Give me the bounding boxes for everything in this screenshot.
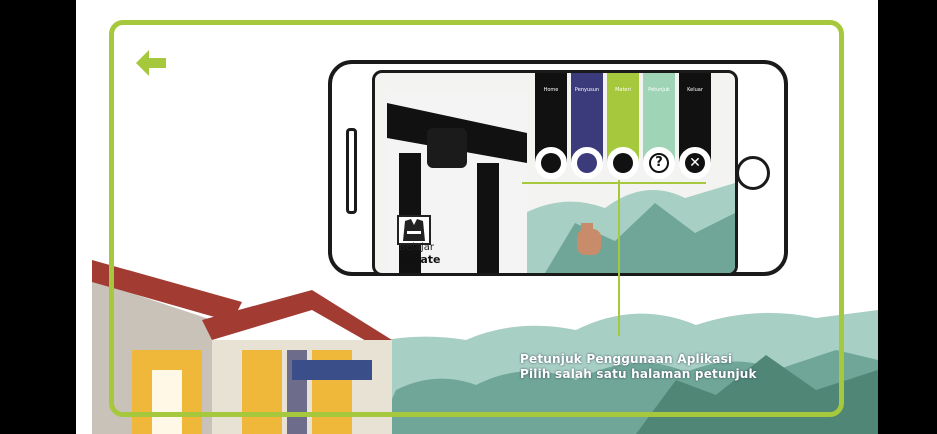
- phone-home-button: [736, 156, 770, 190]
- logo-line2: Karate: [399, 253, 441, 266]
- caption-title: Petunjuk Penggunaan Aplikasi: [520, 352, 733, 366]
- callout-vertical-line: [618, 180, 620, 336]
- menu-item-petunjuk[interactable]: Petunjuk ?: [643, 73, 675, 179]
- fist-image: [577, 223, 601, 255]
- menu-item-keluar[interactable]: Keluar ✕: [679, 73, 711, 179]
- menu-item-home[interactable]: Home: [535, 73, 567, 179]
- video-icon[interactable]: [607, 147, 639, 179]
- menu-item-materi[interactable]: Materi: [607, 73, 639, 179]
- user-icon[interactable]: [571, 147, 603, 179]
- menu-item-label: Materi: [615, 87, 631, 93]
- logo-line1: Belajar: [399, 242, 434, 253]
- help-icon[interactable]: ?: [643, 147, 675, 179]
- phone-mockup: Belajar Karate Home Penyusun Materi Petu…: [328, 60, 788, 276]
- menu-item-label: Keluar: [687, 87, 703, 93]
- caption-subtitle: Pilih salah satu halaman petunjuk: [520, 367, 757, 381]
- karate-uniform-icon: [397, 215, 431, 245]
- phone-speaker: [346, 128, 357, 214]
- close-icon[interactable]: ✕: [679, 147, 711, 179]
- slide-stage: Belajar Karate Home Penyusun Materi Petu…: [76, 0, 878, 434]
- home-icon[interactable]: [535, 147, 567, 179]
- menu-item-label: Penyusun: [574, 87, 600, 93]
- instruction-caption: Petunjuk Penggunaan Aplikasi Pilih salah…: [520, 352, 757, 382]
- menu-item-penyusun[interactable]: Penyusun: [571, 73, 603, 179]
- menu-item-label: Home: [543, 87, 559, 93]
- app-logo: Belajar Karate: [389, 215, 449, 270]
- callout-horizontal-line: [522, 182, 706, 184]
- back-arrow-icon[interactable]: [136, 50, 166, 76]
- phone-screen: Belajar Karate Home Penyusun Materi Petu…: [372, 70, 738, 276]
- menu-item-label: Petunjuk: [648, 87, 670, 93]
